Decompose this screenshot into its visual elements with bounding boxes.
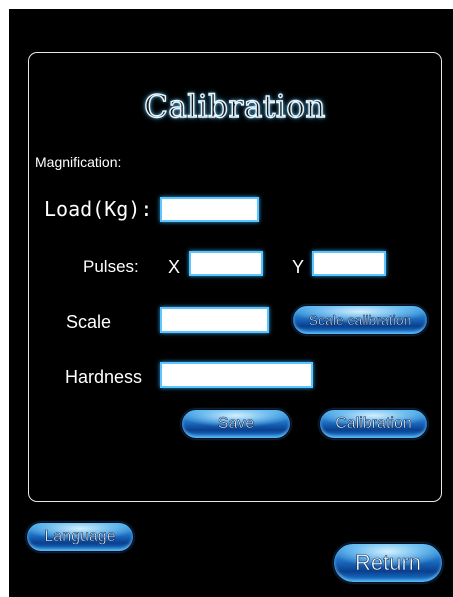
page-title: Calibration <box>143 88 326 125</box>
pulses-x-field[interactable] <box>189 251 263 276</box>
pulses-label: Pulses: <box>83 257 139 276</box>
return-button[interactable]: Return <box>333 543 443 583</box>
hardness-label: Hardness <box>65 367 143 387</box>
scale-label: Scale <box>66 312 112 332</box>
pulses-y-field[interactable] <box>312 251 386 276</box>
load-label: Load(Kg): <box>44 197 153 221</box>
language-button[interactable]: Language <box>26 522 134 552</box>
scale-field[interactable] <box>160 307 269 333</box>
pulses-y-label: Y <box>292 257 305 277</box>
magnification-label: Magnification: <box>35 154 122 170</box>
save-button[interactable]: Save <box>181 409 291 439</box>
hardness-field[interactable] <box>160 362 313 388</box>
calibration-screen: Calibration Magnification: Load(Kg): Pul… <box>9 9 453 597</box>
load-field[interactable] <box>160 197 259 222</box>
calibration-button[interactable]: Calibration <box>319 409 428 439</box>
pulses-x-label: X <box>168 257 181 277</box>
scale-calibration-button[interactable]: Scale calibration <box>292 305 428 335</box>
